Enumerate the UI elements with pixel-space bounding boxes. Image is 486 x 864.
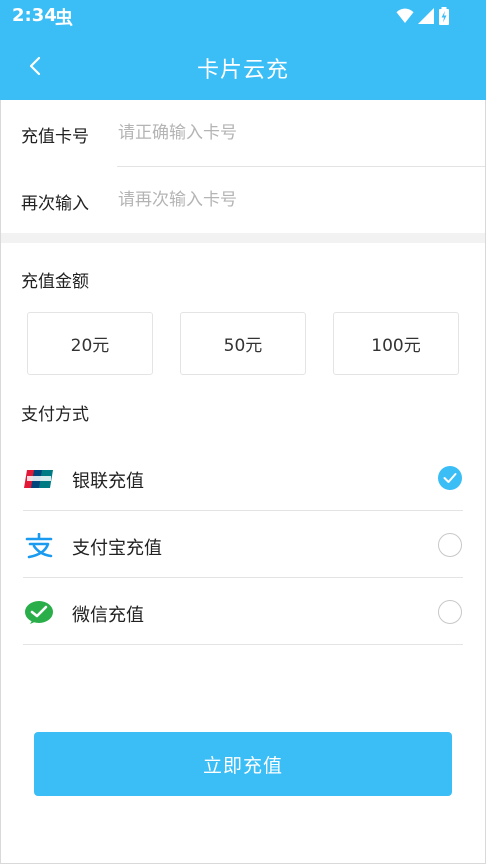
amount-option-100[interactable]: 100元 [333, 312, 459, 375]
submit-button[interactable]: 立即充值 [34, 732, 452, 796]
payment-option-alipay[interactable]: 支付宝充值 [23, 511, 463, 578]
amount-section-title: 充值金额 [21, 272, 89, 292]
status-time: 2:34 [12, 5, 57, 26]
card-number-input[interactable] [118, 118, 478, 148]
amount-option-50[interactable]: 50元 [180, 312, 306, 375]
alipay-icon [23, 532, 55, 560]
amount-option-20[interactable]: 20元 [27, 312, 153, 375]
radio-unchecked-icon[interactable] [438, 533, 462, 557]
payment-label-unionpay: 银联充值 [72, 471, 144, 492]
page-title: 卡片云充 [196, 58, 289, 83]
frame-border [0, 100, 1, 864]
app-bar: 卡片云充 [0, 32, 486, 100]
wifi-icon [396, 8, 414, 23]
status-icons [396, 7, 450, 25]
payment-label-wechat: 微信充值 [72, 605, 144, 626]
wechat-icon [23, 599, 55, 627]
payment-option-unionpay[interactable]: 银联充值 [23, 444, 463, 511]
radio-unchecked-icon[interactable] [438, 600, 462, 624]
status-bar: 2:34 虫 [0, 0, 486, 32]
battery-icon [439, 7, 449, 25]
radio-checked-icon[interactable] [438, 466, 462, 490]
signal-icon [418, 8, 434, 24]
section-divider [0, 233, 486, 243]
notification-icon: 虫 [55, 8, 73, 29]
unionpay-icon [23, 465, 55, 493]
confirm-number-row: 再次输入 [0, 167, 486, 233]
card-number-label: 充值卡号 [21, 127, 89, 147]
confirm-number-label: 再次输入 [21, 194, 89, 214]
payment-label-alipay: 支付宝充值 [72, 538, 162, 559]
payment-section-title: 支付方式 [21, 405, 89, 425]
payment-option-wechat[interactable]: 微信充值 [23, 578, 463, 645]
card-number-row: 充值卡号 [0, 100, 486, 166]
confirm-number-input[interactable] [118, 185, 478, 215]
